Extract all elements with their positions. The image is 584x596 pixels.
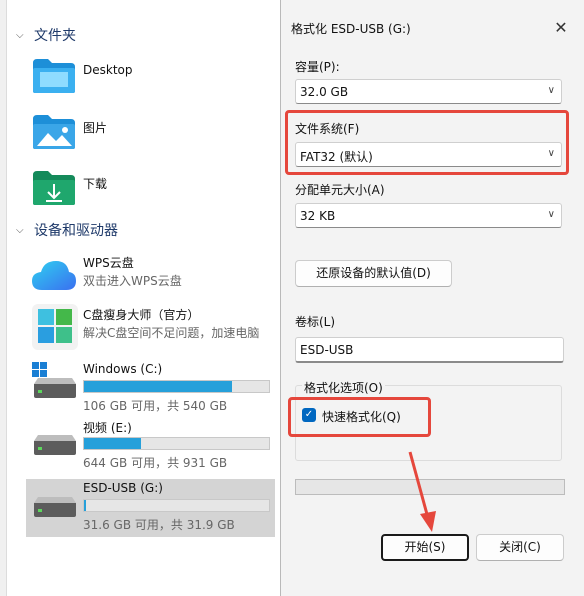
- volume-label-label: 卷标(L): [295, 315, 336, 329]
- chevron-down-icon: ⌵: [16, 29, 24, 41]
- drive-usage-fill: [84, 438, 142, 449]
- chevron-down-icon: ∨: [547, 209, 555, 220]
- allocation-unit-select[interactable]: 32 KB ∨: [295, 203, 562, 228]
- folders-header-label: 文件夹: [34, 28, 76, 44]
- system-drive-icon: [32, 362, 76, 398]
- drive-usage-bar: [83, 437, 270, 450]
- capacity-select[interactable]: 32.0 GB ∨: [295, 79, 562, 104]
- capacity-label: 容量(P):: [295, 60, 340, 74]
- close-button[interactable]: 关闭(C): [476, 534, 564, 561]
- drives-header-label: 设备和驱动器: [34, 223, 118, 239]
- app-name: C盘瘦身大师（官方）: [83, 308, 200, 322]
- dialog-title: 格式化 ESD-USB (G:): [291, 22, 411, 36]
- folder-item-desktop[interactable]: Desktop: [32, 57, 272, 101]
- allocation-unit-value: 32 KB: [300, 209, 336, 223]
- folder-label: 下载: [83, 177, 108, 191]
- file-explorer-pane: ⌵ 文件夹 Desktop 图片 下载 ⌵ 设备和驱动器 WPS云盘 双击进入W…: [0, 0, 280, 596]
- app-item-c-cleaner[interactable]: C盘瘦身大师（官方） 解决C盘空间不足问题，加速电脑: [26, 304, 275, 362]
- usb-drive-icon: [34, 497, 76, 517]
- volume-label-input[interactable]: ESD-USB: [295, 337, 564, 363]
- drive-item-e[interactable]: 视频 (E:) 644 GB 可用，共 931 GB: [26, 417, 275, 475]
- folder-item-downloads[interactable]: 下载: [32, 169, 272, 213]
- app-item-wps-cloud[interactable]: WPS云盘 双击进入WPS云盘: [26, 252, 275, 310]
- format-options-label: 格式化选项(O): [302, 379, 385, 396]
- format-dialog: 格式化 ESD-USB (G:) ✕ 容量(P): 32.0 GB ∨ 文件系统…: [280, 0, 584, 596]
- quick-format-highlight: [288, 397, 431, 437]
- folder-label: Desktop: [83, 63, 133, 77]
- file-system-highlight: [285, 110, 569, 175]
- volume-label-value: ESD-USB: [300, 343, 354, 357]
- capacity-value: 32.0 GB: [300, 85, 349, 99]
- drive-item-c[interactable]: Windows (C:) 106 GB 可用，共 540 GB: [26, 360, 275, 418]
- wps-cloud-icon: [32, 261, 76, 290]
- allocation-unit-label: 分配单元大小(A): [295, 183, 385, 197]
- close-icon[interactable]: ✕: [550, 17, 572, 39]
- pictures-folder-icon: [33, 115, 75, 149]
- app-description: 双击进入WPS云盘: [83, 274, 182, 288]
- app-name: WPS云盘: [83, 256, 134, 270]
- format-progress-bar: [295, 479, 565, 495]
- drive-free-space: 106 GB 可用，共 540 GB: [83, 399, 228, 413]
- desktop-folder-icon: [33, 59, 75, 93]
- drive-usage-bar: [83, 499, 270, 512]
- folder-label: 图片: [83, 121, 108, 135]
- drive-name: ESD-USB (G:): [83, 481, 163, 495]
- drive-item-g[interactable]: ESD-USB (G:) 31.6 GB 可用，共 31.9 GB: [26, 479, 275, 537]
- hard-drive-icon: [34, 435, 76, 455]
- drive-usage-bar: [83, 380, 270, 393]
- drives-section-header[interactable]: ⌵ 设备和驱动器: [16, 220, 118, 240]
- drive-name: Windows (C:): [83, 362, 163, 376]
- restore-defaults-button[interactable]: 还原设备的默认值(D): [295, 260, 452, 287]
- drive-name: 视频 (E:): [83, 421, 132, 435]
- app-description: 解决C盘空间不足问题，加速电脑: [83, 326, 260, 340]
- drive-free-space: 31.6 GB 可用，共 31.9 GB: [83, 518, 235, 532]
- drive-free-space: 644 GB 可用，共 931 GB: [83, 456, 228, 470]
- c-cleaner-icon: [32, 304, 78, 350]
- chevron-down-icon: ⌵: [16, 224, 24, 236]
- folder-item-pictures[interactable]: 图片: [32, 113, 272, 157]
- folders-section-header[interactable]: ⌵ 文件夹: [16, 25, 76, 45]
- chevron-down-icon: ∨: [547, 85, 555, 96]
- explorer-left-edge: [0, 0, 7, 596]
- drive-usage-fill: [84, 381, 232, 392]
- drive-usage-fill: [84, 500, 86, 511]
- downloads-folder-icon: [33, 171, 75, 205]
- start-button[interactable]: 开始(S): [381, 534, 469, 561]
